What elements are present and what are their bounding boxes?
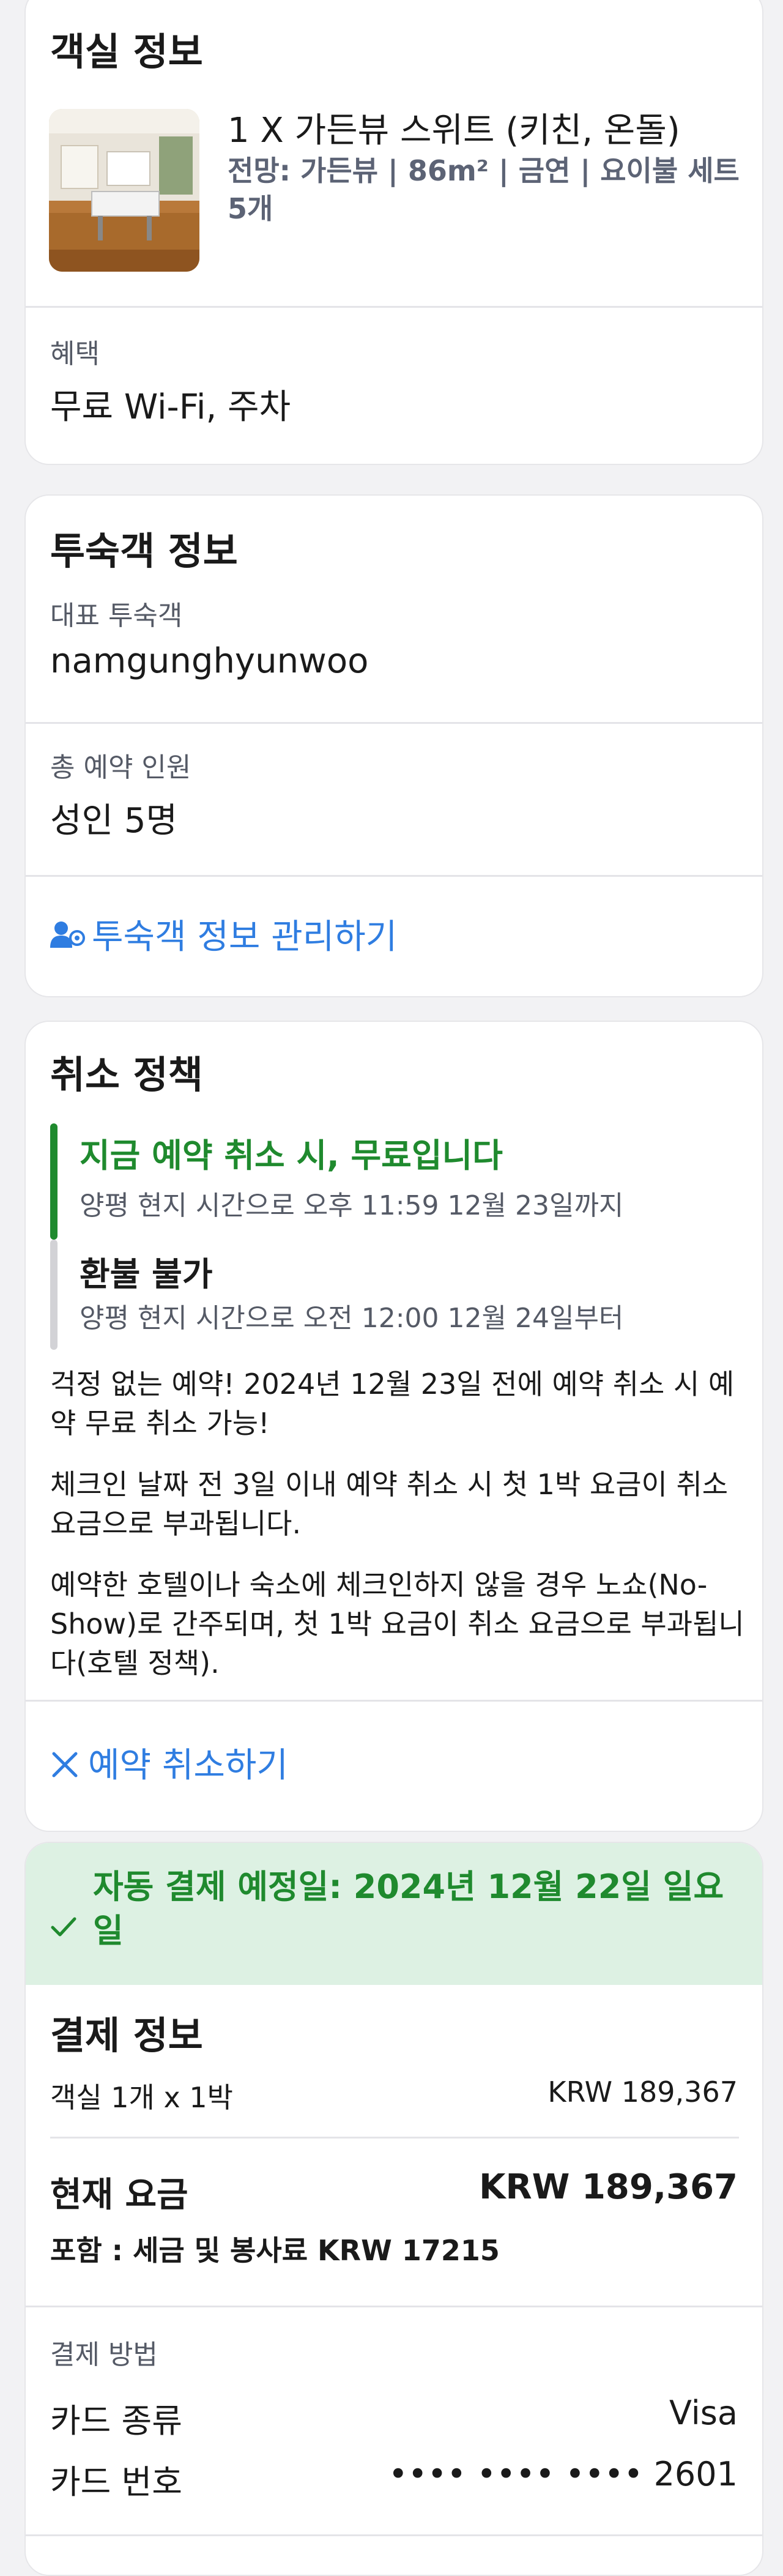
guest-divider-2 <box>26 875 762 877</box>
guest-info-card: 투숙객 정보 대표 투숙객 namgunghyunwoo 총 예약 인원 성인 … <box>24 494 763 997</box>
free-cancel-subtitle: 양평 현지 시간으로 오후 11:59 12월 23일까지 <box>80 1190 624 1221</box>
lead-guest-value: namgunghyunwoo <box>50 641 369 681</box>
room-details: 전망: 가든뷰 | 86m² | 금연 | 요이불 세트 5개 <box>228 154 740 225</box>
current-total-value: KRW 189,367 <box>479 2167 738 2207</box>
payment-divider-3 <box>26 2534 762 2536</box>
card-number-label: 카드 번호 <box>50 2463 182 2501</box>
room-line-value: KRW 189,367 <box>547 2075 738 2109</box>
card-type-value: Visa <box>669 2394 738 2432</box>
cancel-booking-link[interactable]: 예약 취소하기 <box>50 1738 288 1787</box>
total-guests-value: 성인 5명 <box>50 801 177 841</box>
cancellation-section-title: 취소 정책 <box>50 1052 203 1097</box>
tax-note: 포함 : 세금 및 봉사료 KRW 17215 <box>50 2234 500 2267</box>
benefits-label: 혜택 <box>50 338 100 370</box>
current-total-label: 현재 요금 <box>50 2175 188 2215</box>
room-name: 1 X 가든뷰 스위트 (키친, 온돌) <box>228 111 680 151</box>
room-section-title: 객실 정보 <box>50 29 203 74</box>
cancellation-divider <box>26 1700 762 1702</box>
guest-divider-1 <box>26 722 762 724</box>
payment-card: 자동 결제 예정일: 2024년 12월 22일 일요일 결제 정보 객실 1개… <box>24 1842 763 2576</box>
auto-payment-text: 자동 결제 예정일: 2024년 12월 22일 일요일 <box>93 1867 724 1950</box>
payment-method-label: 결제 방법 <box>50 2339 158 2370</box>
policy-note-1: 걱정 없는 예약! 2024년 12월 23일 전에 예약 취소 시 예약 무료… <box>50 1368 735 1440</box>
total-guests-label: 총 예약 인원 <box>50 752 191 783</box>
nonrefundable-subtitle: 양평 현지 시간으로 오전 12:00 12월 24일부터 <box>80 1303 624 1334</box>
check-icon <box>50 1915 77 1940</box>
manage-guests-icon <box>50 919 86 950</box>
cancel-booking-label: 예약 취소하기 <box>88 1746 288 1785</box>
guest-section-title: 투숙객 정보 <box>50 529 238 573</box>
card-type-label: 카드 종류 <box>50 2402 182 2440</box>
timeline-bar-free <box>50 1123 58 1240</box>
policy-note-2: 체크인 날짜 전 3일 이내 예약 취소 시 첫 1박 요금이 취소 요금으로 … <box>50 1468 729 1540</box>
payment-divider-1 <box>50 2137 739 2139</box>
free-cancel-title: 지금 예약 취소 시, 무료입니다 <box>80 1136 503 1175</box>
room-photo[interactable] <box>49 109 199 272</box>
close-icon <box>50 1748 80 1778</box>
card-number-value: •••• •••• •••• 2601 <box>388 2455 738 2493</box>
nonrefundable-title: 환불 불가 <box>80 1255 213 1294</box>
cancellation-card: 취소 정책 지금 예약 취소 시, 무료입니다 양평 현지 시간으로 오후 11… <box>24 1021 763 1832</box>
payment-section-title: 결제 정보 <box>50 2013 203 2058</box>
room-photo-image <box>49 109 199 272</box>
benefits-value: 무료 Wi-Fi, 주차 <box>50 387 291 427</box>
room-line-label: 객실 1개 x 1박 <box>50 2081 233 2114</box>
timeline-bar-nonrefundable <box>50 1240 58 1350</box>
room-divider <box>26 306 762 308</box>
room-info-card: 객실 정보 1 X 가든뷰 스위트 (키친, 온돌) 전망: 가든뷰 | 86m… <box>24 0 763 465</box>
manage-guests-label: 투숙객 정보 관리하기 <box>92 917 398 957</box>
manage-guests-link[interactable]: 투숙객 정보 관리하기 <box>50 909 397 959</box>
policy-note-3: 예약한 호텔이나 숙소에 체크인하지 않을 경우 노쇼(No-Show)로 간주… <box>50 1568 744 1680</box>
payment-divider-2 <box>26 2306 762 2307</box>
lead-guest-label: 대표 투숙객 <box>50 600 183 631</box>
